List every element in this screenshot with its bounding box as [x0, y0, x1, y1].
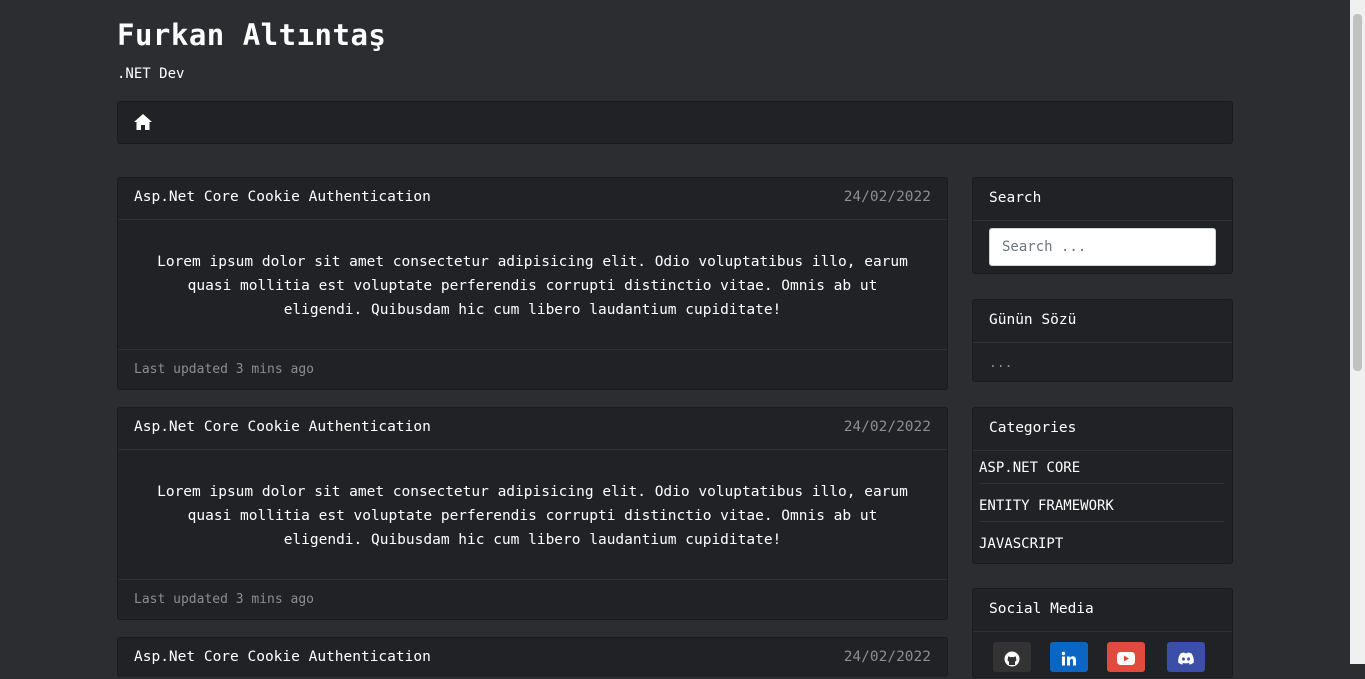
search-widget: Search [972, 177, 1233, 274]
post-title[interactable]: Asp.Net Core Cookie Authentication [134, 189, 431, 205]
post-updated: Last updated 3 mins ago [134, 362, 315, 377]
site-title[interactable]: Furkan Altıntaş [117, 18, 386, 52]
youtube-icon [1117, 642, 1135, 670]
quote-widget: Günün Sözü ... [972, 299, 1233, 382]
post-card: Asp.Net Core Cookie Authentication 24/02… [117, 637, 948, 677]
post-header: Asp.Net Core Cookie Authentication 24/02… [118, 178, 947, 220]
social-widget: Social Media [972, 588, 1233, 678]
post-date: 24/02/2022 [843, 189, 931, 205]
page-scrollbar[interactable] [1350, 0, 1365, 664]
youtube-button[interactable] [1107, 642, 1145, 672]
post-title[interactable]: Asp.Net Core Cookie Authentication [134, 649, 431, 665]
post-date: 24/02/2022 [843, 419, 931, 435]
site-subtitle: .NET Dev [117, 66, 185, 82]
post-card: Asp.Net Core Cookie Authentication 24/02… [117, 407, 948, 620]
discord-button[interactable] [1167, 642, 1205, 672]
post-body: Lorem ipsum dolor sit amet consectetur a… [118, 220, 947, 350]
post-title[interactable]: Asp.Net Core Cookie Authentication [134, 419, 431, 435]
category-item[interactable]: ENTITY FRAMEWORK [979, 498, 1224, 514]
post-footer: Last updated 3 mins ago [118, 350, 947, 390]
category-item[interactable]: ASP.NET CORE [979, 460, 1224, 476]
github-button[interactable] [993, 642, 1031, 672]
post-body: Lorem ipsum dolor sit amet consectetur a… [118, 450, 947, 580]
quote-text: ... [989, 356, 1013, 371]
post-header: Asp.Net Core Cookie Authentication 24/02… [118, 638, 947, 679]
category-divider [979, 521, 1224, 522]
discord-icon [1177, 642, 1195, 670]
widget-header: Search [973, 178, 1232, 221]
categories-title: Categories [989, 420, 1077, 436]
post-card: Asp.Net Core Cookie Authentication 24/02… [117, 177, 948, 390]
post-header: Asp.Net Core Cookie Authentication 24/02… [118, 408, 947, 450]
search-title: Search [989, 190, 1042, 206]
post-footer: Last updated 3 mins ago [118, 580, 947, 620]
search-input[interactable] [989, 228, 1216, 266]
social-title: Social Media [989, 601, 1094, 617]
github-icon [1004, 642, 1020, 671]
home-icon[interactable] [133, 113, 153, 131]
widget-header: Günün Sözü [973, 300, 1232, 343]
category-item[interactable]: JAVASCRIPT [979, 536, 1224, 552]
widget-header: Social Media [973, 589, 1232, 632]
linkedin-icon [1061, 642, 1077, 671]
categories-widget: Categories ASP.NET CORE ENTITY FRAMEWORK… [972, 407, 1233, 564]
navbar [117, 101, 1233, 144]
widget-header: Categories [973, 408, 1232, 451]
linkedin-button[interactable] [1050, 642, 1088, 672]
post-updated: Last updated 3 mins ago [134, 592, 315, 607]
quote-title: Günün Sözü [989, 312, 1077, 328]
post-date: 24/02/2022 [843, 649, 931, 665]
scrollbar-thumb[interactable] [1353, 14, 1362, 371]
category-divider [979, 483, 1224, 484]
